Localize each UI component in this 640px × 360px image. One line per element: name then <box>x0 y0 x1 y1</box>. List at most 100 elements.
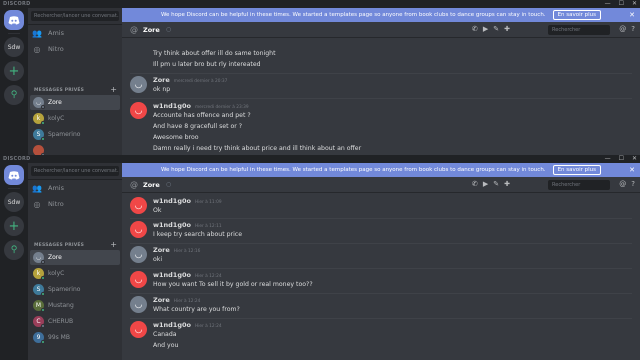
close-icon[interactable]: ✕ <box>632 0 637 7</box>
sidebar-item-friends[interactable]: 👥 Amis <box>32 182 118 194</box>
avatar: C <box>33 316 45 328</box>
header-search-input[interactable]: Rechercher <box>548 180 610 190</box>
message-avatar[interactable]: ◡ <box>130 271 147 288</box>
learn-more-button[interactable]: En savoir plus <box>552 165 602 175</box>
conversation-search-input[interactable]: Rechercher/lancer une conversat... <box>31 11 119 21</box>
minimize-icon[interactable]: — <box>605 0 611 7</box>
header-search-input[interactable]: Rechercher <box>548 25 610 35</box>
message-header: w1nd1g0o mercredi dernier à 23:39 <box>153 102 249 110</box>
notice-text: We hope Discord can be helpful in these … <box>160 167 546 173</box>
learn-more-button[interactable]: En savoir plus <box>552 10 602 20</box>
notice-close-icon[interactable]: ✕ <box>629 11 635 19</box>
dm-item[interactable]: ◡ Zore <box>30 250 120 265</box>
message-avatar[interactable]: ◡ <box>130 76 147 93</box>
message-header: Zore Hier à 12:24 <box>153 296 200 304</box>
dm-item[interactable]: C CHERUB <box>30 314 120 329</box>
message-timestamp: mercredi dernier à 20:37 <box>173 79 228 84</box>
discord-logo-icon[interactable] <box>4 165 24 185</box>
help-icon[interactable]: ? <box>631 25 635 33</box>
message-timestamp: Hier à 12:24 <box>194 274 222 279</box>
message-avatar[interactable]: ◡ <box>130 197 147 214</box>
notice-banner: We hope Discord can be helpful in these … <box>122 163 640 177</box>
maximize-icon[interactable]: ☐ <box>619 155 624 162</box>
message-author[interactable]: w1nd1g0o <box>153 321 191 329</box>
nitro-icon: ◎ <box>33 44 41 54</box>
message-author[interactable]: w1nd1g0o <box>153 221 191 229</box>
message-avatar[interactable]: ◡ <box>130 221 147 238</box>
sidebar-item-nitro[interactable]: ◎ Nitro <box>32 43 118 55</box>
add-server-icon[interactable]: + <box>4 216 24 236</box>
status-dot <box>41 324 45 328</box>
add-friend-icon[interactable]: ✚ <box>504 25 510 33</box>
mention-icon[interactable]: @ <box>619 25 626 33</box>
voice-call-icon[interactable]: ✆ <box>472 180 478 188</box>
dm-section-header: MESSAGES PRIVÉS <box>34 243 85 248</box>
discord-logo-icon[interactable] <box>4 10 24 30</box>
nitro-label: Nitro <box>48 200 64 208</box>
dm-item[interactable]: M Mustang <box>30 298 120 313</box>
chat-main: We hope Discord can be helpful in these … <box>122 163 640 360</box>
dm-sidebar: Rechercher/lancer une conversat... 👥 Ami… <box>28 163 122 360</box>
message-author[interactable]: Zore <box>153 246 170 254</box>
new-dm-icon[interactable]: + <box>110 85 117 94</box>
message-avatar[interactable]: ◡ <box>130 321 147 338</box>
message-timestamp: Hier à 12:24 <box>194 324 222 329</box>
explore-servers-icon[interactable]: ⚲ <box>4 240 24 260</box>
dm-item[interactable]: S Spamerino <box>30 127 120 142</box>
guild-separator <box>8 188 20 189</box>
dm-name: kolyC <box>48 115 65 122</box>
message-avatar[interactable]: ◡ <box>130 246 147 263</box>
app-title: DISCORD <box>3 156 31 162</box>
guild-list: Sdw + ⚲ <box>0 163 28 360</box>
new-dm-icon[interactable]: + <box>110 240 117 249</box>
message-avatar[interactable]: ◡ <box>130 102 147 119</box>
minimize-icon[interactable]: — <box>605 155 611 162</box>
message-author[interactable]: Zore <box>153 76 170 84</box>
maximize-icon[interactable]: ☐ <box>619 0 624 7</box>
dm-item[interactable]: ◡ Zore <box>30 95 120 110</box>
pin-icon[interactable]: ✎ <box>493 25 499 33</box>
dm-item[interactable] <box>30 143 120 155</box>
avatar-initial: C <box>36 318 41 325</box>
nitro-icon: ◎ <box>33 199 41 209</box>
add-server-icon[interactable]: + <box>4 61 24 81</box>
add-friend-icon[interactable]: ✚ <box>504 180 510 188</box>
status-dot <box>41 308 45 312</box>
mention-icon[interactable]: @ <box>619 180 626 188</box>
voice-call-icon[interactable]: ✆ <box>472 25 478 33</box>
message-author[interactable]: w1nd1g0o <box>153 197 191 205</box>
at-icon: @ <box>130 25 138 34</box>
message-avatar[interactable]: ◡ <box>130 296 147 313</box>
message-text: And have 8 gracefull set or ? <box>153 123 243 130</box>
avatar: k <box>33 113 45 125</box>
notice-close-icon[interactable]: ✕ <box>629 166 635 174</box>
dm-item[interactable]: k kolyC <box>30 266 120 281</box>
title-bar: DISCORD — ☐ ✕ <box>0 155 640 163</box>
pin-icon[interactable]: ✎ <box>493 180 499 188</box>
server-icon[interactable]: Sdw <box>4 192 24 212</box>
close-icon[interactable]: ✕ <box>632 155 637 162</box>
call-controls: ✆ ▶ ✎ ✚ <box>472 180 510 188</box>
conversation-search-input[interactable]: Rechercher/lancer une conversat... <box>31 166 119 176</box>
dm-item[interactable]: S Spamerino <box>30 282 120 297</box>
sidebar-item-friends[interactable]: 👥 Amis <box>32 27 118 39</box>
message-text: Accounte has offence and pet ? <box>153 112 251 119</box>
dm-item[interactable]: 9 99s MB <box>30 330 120 345</box>
message-author[interactable]: w1nd1g0o <box>153 102 191 110</box>
message-author[interactable]: w1nd1g0o <box>153 271 191 279</box>
message-text: oki <box>153 256 163 263</box>
status-dot <box>41 121 45 125</box>
video-call-icon[interactable]: ▶ <box>483 25 488 33</box>
explore-servers-icon[interactable]: ⚲ <box>4 85 24 105</box>
sidebar-item-nitro[interactable]: ◎ Nitro <box>32 198 118 210</box>
discord-window-top: DISCORD — ☐ ✕ Sdw + ⚲ Rechercher/lancer … <box>0 0 640 155</box>
message-text: And you <box>153 342 179 349</box>
help-icon[interactable]: ? <box>631 180 635 188</box>
header-right-icons: @ ? <box>619 25 635 33</box>
server-icon[interactable]: Sdw <box>4 37 24 57</box>
message-author[interactable]: Zore <box>153 296 170 304</box>
video-call-icon[interactable]: ▶ <box>483 180 488 188</box>
dm-item[interactable]: k kolyC <box>30 111 120 126</box>
message-divider <box>130 243 632 244</box>
dm-name: Spamerino <box>48 286 81 293</box>
